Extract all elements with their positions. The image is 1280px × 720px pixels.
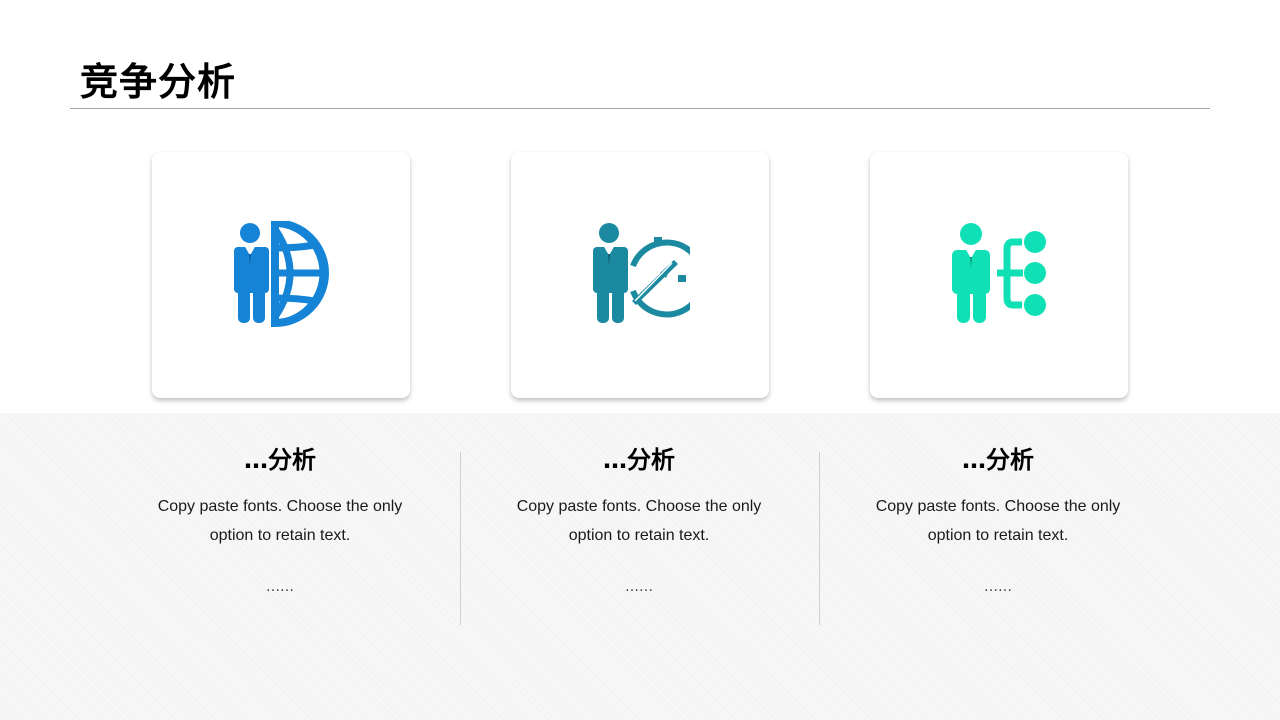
businessman-hierarchy-icon (952, 223, 1046, 323)
icon-card-2 (511, 152, 769, 398)
column-divider (460, 452, 461, 625)
analysis-column-3: …分析 Copy paste fonts. Choose the only op… (848, 440, 1148, 597)
column-ellipsis: …… (625, 579, 653, 595)
page-title: 竞争分析 (80, 60, 237, 104)
businessman-compass-icon (593, 223, 690, 323)
column-description: Copy paste fonts. Choose the only option… (875, 498, 1121, 544)
column-title: …分析 (244, 446, 316, 474)
column-description: Copy paste fonts. Choose the only option… (516, 498, 762, 544)
analysis-column-2: …分析 Copy paste fonts. Choose the only op… (489, 440, 789, 597)
column-divider (819, 452, 820, 625)
column-title: …分析 (962, 446, 1034, 474)
column-title: …分析 (603, 446, 675, 474)
title-divider (70, 108, 1210, 109)
column-description: Copy paste fonts. Choose the only option… (157, 498, 403, 544)
icon-card-1 (152, 152, 410, 398)
businessman-globe-icon (234, 221, 329, 327)
analysis-column-1: …分析 Copy paste fonts. Choose the only op… (130, 440, 430, 597)
column-ellipsis: …… (984, 579, 1012, 595)
column-ellipsis: …… (266, 579, 294, 595)
icon-card-3 (870, 152, 1128, 398)
